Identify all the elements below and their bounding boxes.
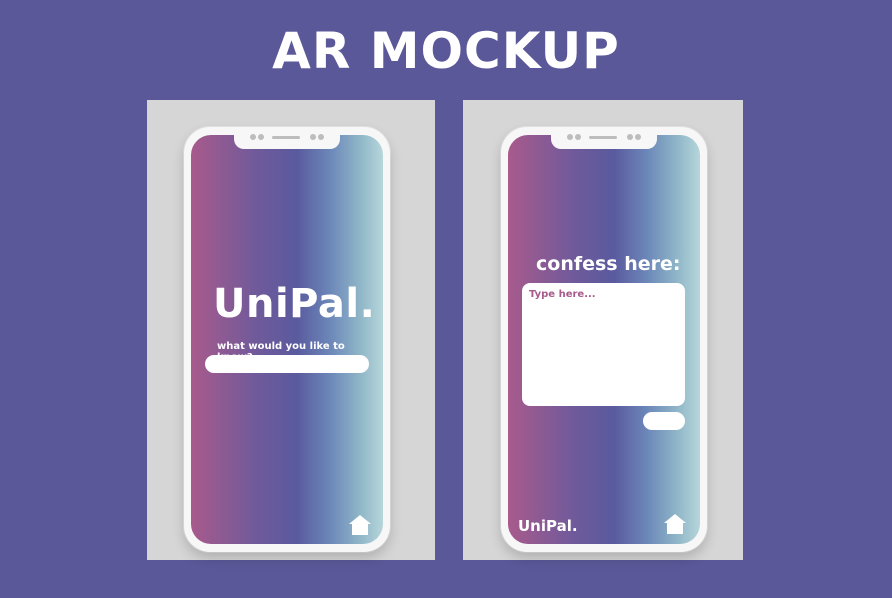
app-logo-period: . [359,281,376,327]
speaker-grille [589,136,617,139]
sensor-dot [250,134,256,140]
sensor-dot [258,134,264,140]
phone-notch [551,127,657,149]
app-logo-period: . [571,517,578,535]
sensor-dot [310,134,316,140]
sensor-dot [635,134,641,140]
phone-search-screen: UniPal. what would you like to know? [184,127,390,552]
phone-screen: UniPal. what would you like to know? [191,135,383,544]
app-logo-small: UniPal. [518,517,578,535]
home-icon[interactable] [348,513,372,537]
app-logo-text: UniPal [518,517,572,535]
home-icon[interactable] [663,512,687,536]
submit-button[interactable] [643,412,685,430]
sensor-dot [567,134,573,140]
confess-input[interactable] [522,283,685,406]
phone-screen: confess here: UniPal. [508,135,700,544]
search-input[interactable] [205,355,369,373]
sensor-dot [318,134,324,140]
speaker-grille [272,136,300,139]
app-logo-text: UniPal [213,281,360,327]
confess-heading: confess here: [536,253,681,275]
phone-notch [234,127,340,149]
page-title: AR MOCKUP [272,22,620,80]
app-logo: UniPal. [213,281,375,327]
sensor-dot [627,134,633,140]
phone-confess-screen: confess here: UniPal. [501,127,707,552]
sensor-dot [575,134,581,140]
